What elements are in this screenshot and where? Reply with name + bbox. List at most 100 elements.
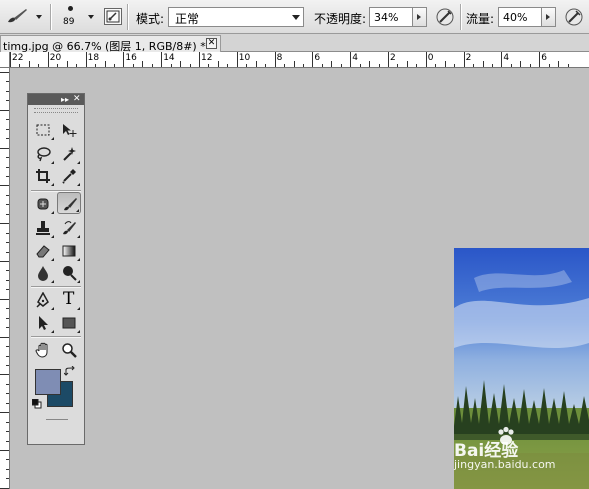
tablet-pressure-toggle[interactable] bbox=[563, 6, 585, 28]
swap-colors-icon[interactable] bbox=[63, 365, 76, 378]
ruler-minor-tick bbox=[6, 213, 9, 215]
ruler-minor-tick bbox=[57, 64, 59, 67]
ruler-minor-tick bbox=[6, 421, 9, 423]
ruler-major-tick bbox=[10, 52, 11, 67]
ruler-minor-tick bbox=[482, 61, 484, 67]
ruler-minor-tick bbox=[66, 61, 68, 67]
ruler-minor-tick bbox=[491, 64, 493, 67]
ruler-major-tick bbox=[463, 52, 465, 67]
ruler-minor-tick bbox=[6, 431, 9, 433]
crop-tool[interactable] bbox=[31, 165, 55, 187]
panel-grip[interactable] bbox=[34, 108, 78, 113]
foreground-color-swatch[interactable] bbox=[35, 369, 61, 395]
brush-preset-picker[interactable]: 89 bbox=[56, 4, 100, 30]
brush-panel-toggle[interactable] bbox=[104, 8, 122, 25]
ruler-minor-tick bbox=[19, 64, 21, 67]
horizontal-ruler[interactable]: 22 20 18 16 14 12 10 8 6 4 2 0 2 4 6 bbox=[10, 52, 589, 68]
opacity-label: 不透明度: bbox=[314, 12, 367, 26]
vertical-ruler[interactable] bbox=[0, 68, 10, 489]
ruler-minor-tick bbox=[6, 175, 9, 177]
ruler-minor-tick bbox=[6, 355, 9, 357]
opacity-value: 34% bbox=[374, 11, 399, 24]
ruler-minor-tick bbox=[444, 61, 446, 67]
ruler-minor-tick bbox=[113, 64, 115, 67]
ruler-origin[interactable] bbox=[0, 52, 10, 68]
opacity-input[interactable]: 34% bbox=[369, 7, 413, 27]
ruler-minor-tick bbox=[6, 90, 9, 92]
close-document-button[interactable]: ✕ bbox=[206, 38, 217, 49]
eraser-tool[interactable] bbox=[31, 240, 55, 262]
path-select-tool[interactable] bbox=[31, 312, 55, 334]
zoom-icon bbox=[62, 343, 77, 358]
close-panel-button[interactable]: ✕ bbox=[73, 94, 81, 104]
ruler-minor-tick bbox=[6, 393, 9, 395]
blend-mode-select[interactable]: 正常 bbox=[168, 7, 304, 27]
pen-tool[interactable] bbox=[31, 289, 55, 311]
ruler-minor-tick bbox=[0, 298, 9, 300]
ruler-tick-label: 8 bbox=[276, 53, 283, 63]
ruler-major-tick bbox=[85, 52, 87, 67]
ruler-major-tick bbox=[350, 52, 352, 67]
ruler-minor-tick bbox=[6, 383, 9, 385]
hand-tool[interactable] bbox=[31, 339, 55, 361]
ruler-minor-tick bbox=[6, 327, 9, 329]
healing-icon bbox=[37, 198, 49, 210]
ruler-minor-tick bbox=[369, 61, 371, 67]
type-tool[interactable]: T bbox=[57, 289, 81, 311]
lasso-icon bbox=[37, 147, 51, 162]
default-colors-icon[interactable] bbox=[31, 398, 42, 409]
tool-preset-picker[interactable] bbox=[4, 6, 44, 28]
ruler-minor-tick bbox=[6, 138, 9, 140]
ruler-minor-tick bbox=[6, 204, 9, 206]
blur-tool[interactable] bbox=[31, 262, 55, 284]
tools-panel-header[interactable]: ▸▸ ✕ bbox=[28, 94, 84, 105]
dodge-icon bbox=[63, 266, 77, 281]
path-select-icon bbox=[39, 316, 48, 330]
magic-wand-tool[interactable] bbox=[57, 143, 81, 165]
move-tool[interactable] bbox=[57, 119, 81, 141]
eyedropper-tool[interactable] bbox=[57, 165, 81, 187]
lasso-tool[interactable] bbox=[31, 143, 55, 165]
ruler-minor-tick bbox=[0, 374, 9, 376]
gradient-tool[interactable] bbox=[57, 240, 81, 262]
quick-mask-button[interactable] bbox=[46, 419, 68, 423]
ruler-minor-tick bbox=[321, 64, 323, 67]
healing-tool[interactable] bbox=[31, 193, 55, 215]
ruler-minor-tick bbox=[208, 64, 210, 67]
ruler-minor-tick bbox=[6, 270, 9, 272]
ruler-tick-label: 4 bbox=[352, 53, 358, 63]
brush-tool[interactable] bbox=[57, 192, 81, 214]
ruler-minor-tick bbox=[454, 64, 456, 67]
ruler-tick-label: 6 bbox=[541, 53, 547, 63]
ruler-minor-tick bbox=[6, 242, 9, 244]
ruler-minor-tick bbox=[0, 412, 9, 414]
ruler-minor-tick bbox=[6, 459, 9, 461]
ruler-tick-label: 16 bbox=[125, 53, 137, 63]
eraser-icon bbox=[36, 245, 50, 258]
flow-slider-button[interactable] bbox=[542, 7, 556, 27]
marquee-tool[interactable] bbox=[31, 119, 55, 141]
mode-label: 模式: bbox=[136, 12, 165, 26]
options-bar: 89 模式: 正常 不透明度: 34% 流量: 40% bbox=[0, 0, 589, 34]
dodge-tool[interactable] bbox=[57, 262, 81, 284]
ruler-minor-tick bbox=[28, 61, 30, 67]
ruler-tick-label: 20 bbox=[49, 53, 62, 63]
opacity-slider-button[interactable] bbox=[413, 7, 427, 27]
ruler-minor-tick bbox=[520, 61, 522, 67]
ruler-minor-tick bbox=[0, 261, 9, 262]
zoom-tool[interactable] bbox=[57, 339, 81, 361]
history-brush-tool[interactable] bbox=[57, 217, 81, 239]
ruler-minor-tick bbox=[6, 440, 9, 442]
document-tab[interactable]: timg.jpg @ 66.7% (图层 1, RGB/8#) * ✕ bbox=[0, 35, 221, 53]
shape-tool[interactable] bbox=[57, 312, 81, 334]
ruler-major-tick bbox=[161, 52, 163, 67]
collapse-panel-button[interactable]: ▸▸ bbox=[61, 95, 69, 104]
brush-icon bbox=[8, 9, 27, 23]
clone-stamp-tool[interactable] bbox=[31, 217, 55, 239]
ruler-minor-tick bbox=[217, 61, 219, 67]
ruler-minor-tick bbox=[6, 100, 9, 102]
flow-label: 流量: bbox=[466, 12, 495, 26]
tablet-pressure-icon bbox=[565, 8, 583, 26]
airbrush-toggle[interactable] bbox=[434, 6, 456, 28]
flow-input[interactable]: 40% bbox=[498, 7, 542, 27]
